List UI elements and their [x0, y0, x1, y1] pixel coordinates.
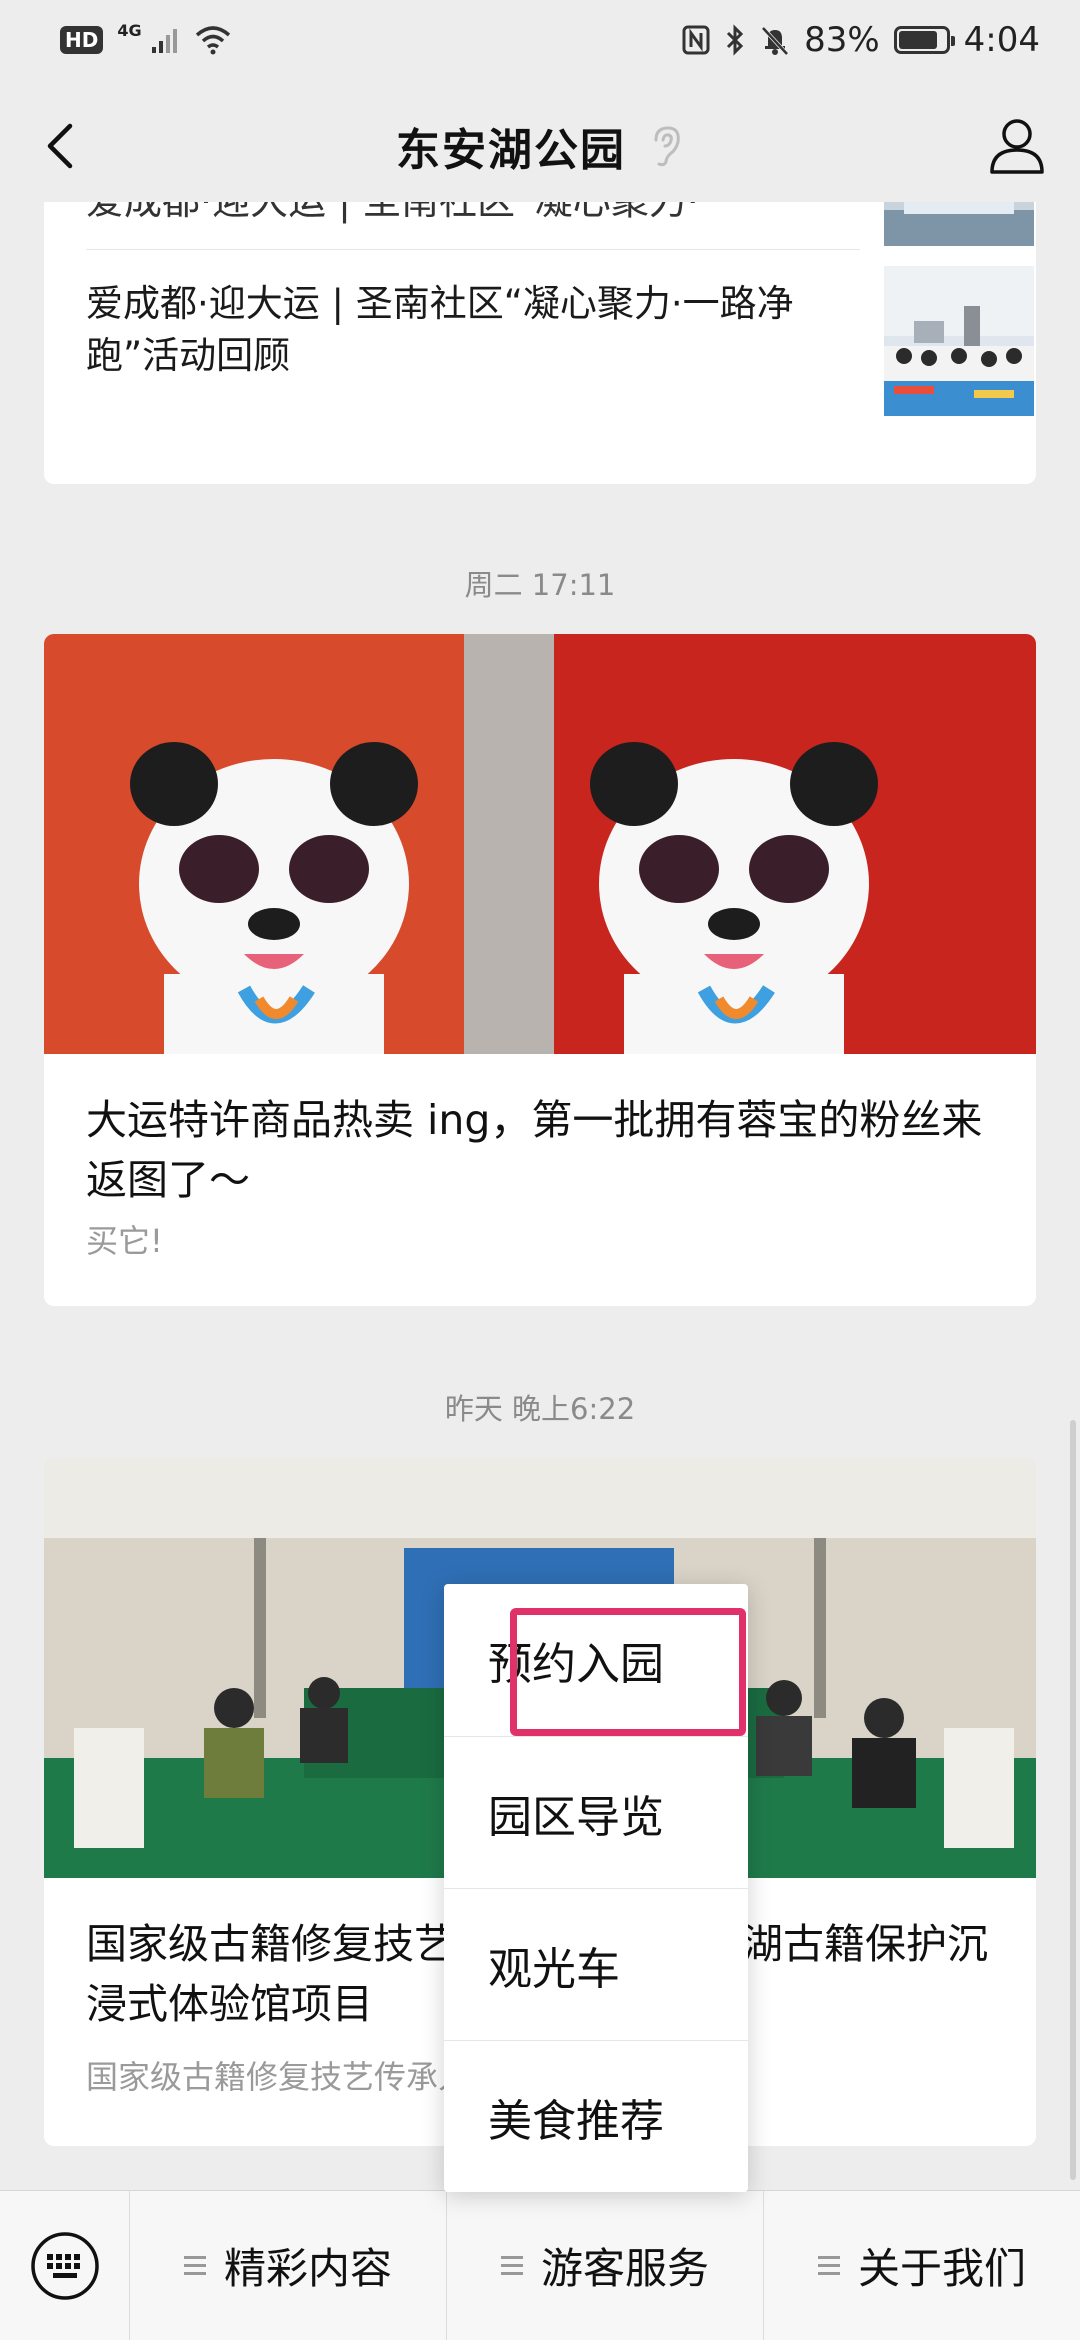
menu-button-label: 精彩内容 — [223, 2244, 392, 2293]
menu-lines-icon — [183, 2255, 206, 2275]
menu-button-label: 关于我们 — [857, 2244, 1026, 2293]
article-sub-title: 爱成都·迎大运 | 圣南社区“凝心聚力·一路净跑”活动回顾 — [86, 282, 794, 377]
clock: 4:04 — [963, 20, 1040, 60]
submenu-item-reserve-entry[interactable]: 预约入园 — [444, 1584, 748, 1736]
nfc-icon — [682, 25, 710, 55]
article-thumbnail — [884, 266, 1034, 416]
menu-button-label: 游客服务 — [540, 2244, 709, 2293]
article-title: 大运特许商品热卖 ing，第一批拥有蓉宝的粉丝来返图了～ — [86, 1096, 983, 1204]
battery-level — [898, 31, 937, 49]
submenu-item-park-guide[interactable]: 园区导览 — [444, 1736, 748, 1888]
mute-bell-icon — [761, 26, 789, 56]
guest-service-submenu: 预约入园 园区导览 观光车 美食推荐 — [444, 1584, 748, 2192]
signal-icon — [151, 29, 177, 53]
submenu-item-food[interactable]: 美食推荐 — [444, 2040, 748, 2192]
back-arrow-icon[interactable] — [36, 118, 92, 174]
bluetooth-icon — [727, 24, 744, 56]
highlight-box — [510, 1608, 746, 1736]
article-thumbnail — [884, 202, 1034, 246]
bottom-menu-bar: 精彩内容 游客服务 关于我们 — [0, 2190, 1080, 2340]
ear-icon[interactable] — [648, 124, 684, 168]
article-sub-item[interactable]: 爱成都·迎大运 | 圣南社区“凝心聚力·一 — [86, 202, 1034, 250]
network-type: 4G — [117, 20, 142, 40]
menu-lines-icon — [500, 2255, 523, 2275]
nav-bar: 东安湖公园 — [0, 90, 1080, 202]
menu-button-highlights[interactable]: 精彩内容 — [130, 2191, 446, 2340]
article-cover-image — [44, 634, 1036, 1054]
article-card-group: 爱成都·迎大运 | 圣南社区“凝心聚力·一 爱成都·迎大运 | 圣南社区“凝心聚… — [44, 202, 1036, 484]
hd-badge: HD — [60, 26, 104, 54]
menu-button-about-us[interactable]: 关于我们 — [763, 2190, 1080, 2340]
battery-percent: 83% — [804, 20, 880, 60]
status-bar: HD 4G 83% 4:04 — [0, 0, 1080, 80]
article-card[interactable]: 大运特许商品热卖 ing，第一批拥有蓉宝的粉丝来返图了～ 买它! — [44, 634, 1036, 1306]
submenu-item-sightseeing-car[interactable]: 观光车 — [444, 1888, 748, 2040]
battery-icon — [893, 26, 955, 54]
submenu-item-label: 观光车 — [488, 1943, 620, 1995]
article-sub-title: 爱成都·迎大运 | 圣南社区“凝心聚力·一 — [86, 202, 737, 225]
page-title: 东安湖公园 — [396, 125, 626, 176]
keyboard-icon — [30, 2231, 99, 2300]
scrollbar[interactable] — [1070, 1420, 1076, 2180]
profile-icon[interactable] — [984, 112, 1050, 178]
wifi-icon — [195, 26, 230, 55]
submenu-item-label: 美食推荐 — [488, 2095, 664, 2147]
timestamp: 周二 17:11 — [464, 568, 616, 602]
article-sub-item[interactable]: 爱成都·迎大运 | 圣南社区“凝心聚力·一路净跑”活动回顾 — [86, 266, 1034, 466]
menu-lines-icon — [817, 2255, 840, 2275]
timestamp: 昨天 晚上6:22 — [444, 1392, 636, 1426]
submenu-item-label: 预约入园 — [488, 1608, 746, 1736]
keyboard-toggle-button[interactable] — [0, 2190, 130, 2340]
submenu-item-label: 园区导览 — [488, 1791, 664, 1843]
menu-button-guest-service[interactable]: 游客服务 — [446, 2190, 763, 2340]
article-digest: 买它! — [86, 1222, 163, 1260]
